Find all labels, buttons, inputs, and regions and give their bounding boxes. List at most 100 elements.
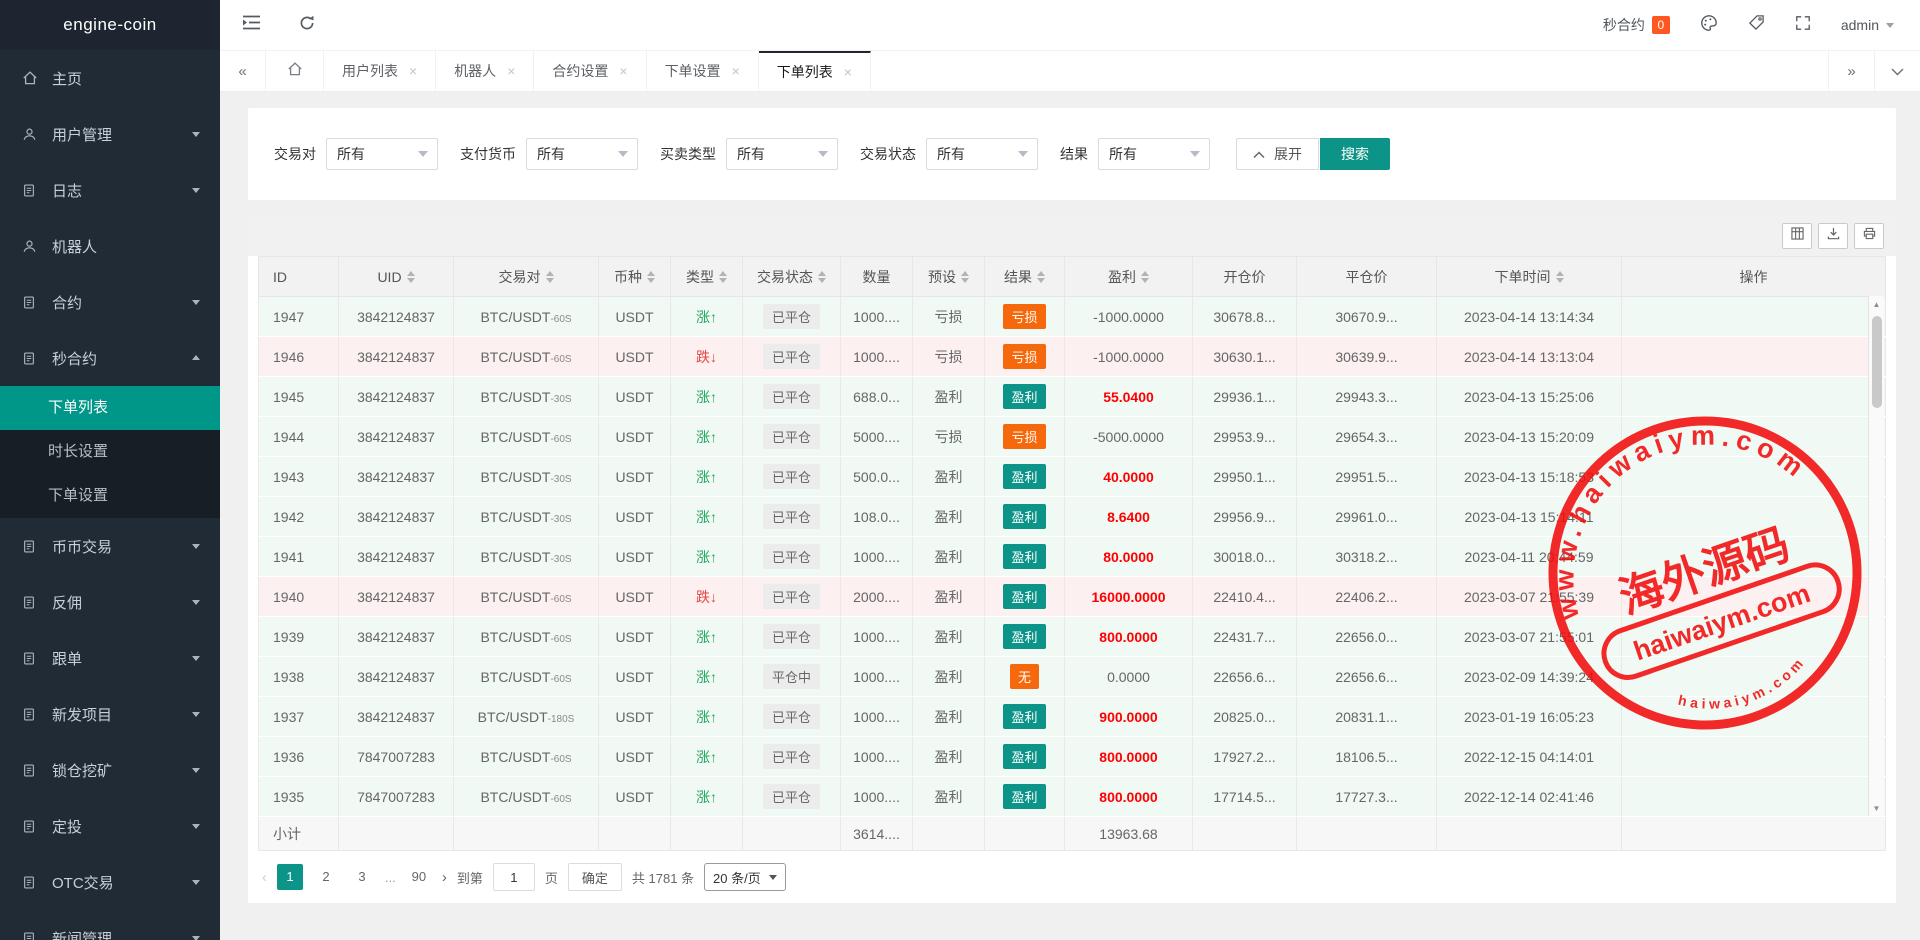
page-button-90[interactable]: 90 [406, 864, 432, 890]
sort-icon[interactable] [1037, 267, 1045, 287]
export-button[interactable] [1818, 223, 1848, 249]
sidebar-subitem-order-settings[interactable]: 下单设置 [0, 474, 220, 518]
cell-id: 1936 [259, 737, 339, 777]
cell-preset: 盈利 [913, 697, 985, 737]
theme-button[interactable] [1700, 14, 1718, 37]
sidebar-item-home[interactable]: 主页 [0, 50, 220, 106]
col-header-time[interactable]: 下单时间 [1437, 257, 1622, 297]
sidebar-subitem-order-list[interactable]: 下单列表 [0, 386, 220, 430]
sort-icon[interactable] [1141, 267, 1149, 287]
sort-icon[interactable] [647, 267, 655, 287]
chevron-down-icon [618, 151, 628, 162]
scroll-down-arrow[interactable]: ▼ [1869, 800, 1884, 816]
confirm-button[interactable]: 确定 [568, 863, 622, 891]
sidebar-item-coin-trade[interactable]: 币币交易 [0, 518, 220, 574]
filter-select-trade-type[interactable]: 所有 [726, 138, 838, 170]
sidebar-item-user-mgmt[interactable]: 用户管理 [0, 106, 220, 162]
tabs-more-button[interactable] [1874, 51, 1920, 91]
tab-contract-settings[interactable]: 合约设置× [534, 51, 646, 91]
sidebar-item-new-projects[interactable]: 新发项目 [0, 686, 220, 742]
search-button[interactable]: 搜索 [1320, 138, 1390, 170]
columns-toggle-button[interactable] [1782, 223, 1812, 249]
sort-icon[interactable] [546, 267, 554, 287]
cell-result: 盈利 [985, 777, 1065, 817]
col-header-profit[interactable]: 盈利 [1065, 257, 1193, 297]
expand-button[interactable]: 展开 [1236, 138, 1319, 170]
next-page-button[interactable]: › [442, 869, 447, 886]
col-header-coin[interactable]: 币种 [599, 257, 671, 297]
refresh-button[interactable] [299, 15, 315, 36]
sidebar-item-lock-mining[interactable]: 锁仓挖矿 [0, 742, 220, 798]
sidebar-item-news-mgmt[interactable]: 新闻管理 [0, 910, 220, 940]
tabs-scroll-right-button[interactable]: » [1828, 51, 1874, 91]
print-button[interactable] [1854, 223, 1884, 249]
cell-op [1622, 337, 1886, 377]
tab-close-icon[interactable]: × [844, 65, 852, 79]
col-header-open: 开仓价 [1193, 257, 1297, 297]
sidebar-item-sec-contracts[interactable]: 秒合约 [0, 330, 220, 386]
sidebar-item-auto-invest[interactable]: 定投 [0, 798, 220, 854]
page-button-3[interactable]: 3 [349, 864, 375, 890]
cell-time: 2023-04-13 15:18:53 [1437, 457, 1622, 497]
tab-home[interactable] [266, 51, 324, 91]
sort-icon[interactable] [818, 267, 826, 287]
filter-select-trade-status[interactable]: 所有 [926, 138, 1038, 170]
sort-icon[interactable] [719, 267, 727, 287]
cell-status: 已平仓 [743, 497, 841, 537]
tag-button[interactable] [1748, 14, 1765, 36]
sidebar-item-logs[interactable]: 日志 [0, 162, 220, 218]
per-page-select[interactable]: 20 条/页 [704, 863, 786, 891]
sidebar-collapse-button[interactable] [242, 15, 261, 35]
tabs-scroll-left-button[interactable]: « [220, 51, 266, 91]
filter-groups: 交易对所有支付货币所有买卖类型所有交易状态所有结果所有 [274, 138, 1232, 170]
tab-close-icon[interactable]: × [732, 64, 740, 78]
cell-time: 2023-04-11 20:44:59 [1437, 537, 1622, 577]
tab-order-settings[interactable]: 下单设置× [647, 51, 759, 91]
sort-icon[interactable] [407, 267, 415, 287]
chevron-down-icon [192, 880, 200, 889]
col-header-uid[interactable]: UID [339, 257, 454, 297]
cell-result: 盈利 [985, 697, 1065, 737]
sidebar-item-otc-trade[interactable]: OTC交易 [0, 854, 220, 910]
col-header-result[interactable]: 结果 [985, 257, 1065, 297]
sidebar-item-contracts[interactable]: 合约 [0, 274, 220, 330]
tab-order-list[interactable]: 下单列表× [759, 51, 871, 91]
result-badge: 盈利 [1003, 464, 1045, 489]
cell-type: 涨↑ [671, 377, 743, 417]
col-header-type[interactable]: 类型 [671, 257, 743, 297]
scroll-up-arrow[interactable]: ▲ [1869, 296, 1884, 312]
sort-icon[interactable] [961, 267, 969, 287]
cell-uid: 3842124837 [339, 377, 454, 417]
tab-close-icon[interactable]: × [507, 64, 515, 78]
profit-value: 16000.0000 [1092, 589, 1166, 605]
filter-select-pay-currency[interactable]: 所有 [526, 138, 638, 170]
sidebar-item-copy-trade[interactable]: 跟单 [0, 630, 220, 686]
col-header-pair[interactable]: 交易对 [454, 257, 599, 297]
tab-robots[interactable]: 机器人× [436, 51, 534, 91]
tab-user-list[interactable]: 用户列表× [324, 51, 436, 91]
sort-icon[interactable] [1556, 267, 1564, 287]
goto-page-input[interactable] [493, 863, 535, 891]
cell-status: 已平仓 [743, 337, 841, 377]
quick-entry-sec-contract[interactable]: 秒合约 0 [1603, 15, 1670, 35]
sidebar-subitem-duration-settings[interactable]: 时长设置 [0, 430, 220, 474]
sidebar-item-robots[interactable]: 机器人 [0, 218, 220, 274]
cell-uid: 3842124837 [339, 457, 454, 497]
page-button-1[interactable]: 1 [277, 864, 303, 890]
profit-value: 8.6400 [1107, 509, 1150, 525]
sidebar-item-rebate[interactable]: 反佣 [0, 574, 220, 630]
filter-select-pair[interactable]: 所有 [326, 138, 438, 170]
filter-select-result[interactable]: 所有 [1098, 138, 1210, 170]
col-header-status[interactable]: 交易状态 [743, 257, 841, 297]
tab-close-icon[interactable]: × [619, 64, 627, 78]
admin-dropdown[interactable]: admin [1841, 17, 1894, 33]
page-button-2[interactable]: 2 [313, 864, 339, 890]
cell-profit: 16000.0000 [1065, 577, 1193, 617]
fullscreen-button[interactable] [1795, 15, 1811, 36]
col-header-id: ID [259, 257, 339, 297]
tab-close-icon[interactable]: × [409, 64, 417, 78]
col-header-preset[interactable]: 预设 [913, 257, 985, 297]
scrollbar-thumb[interactable] [1872, 316, 1882, 408]
prev-page-button[interactable]: ‹ [262, 869, 267, 886]
cell-time: 2022-12-14 02:41:46 [1437, 777, 1622, 817]
